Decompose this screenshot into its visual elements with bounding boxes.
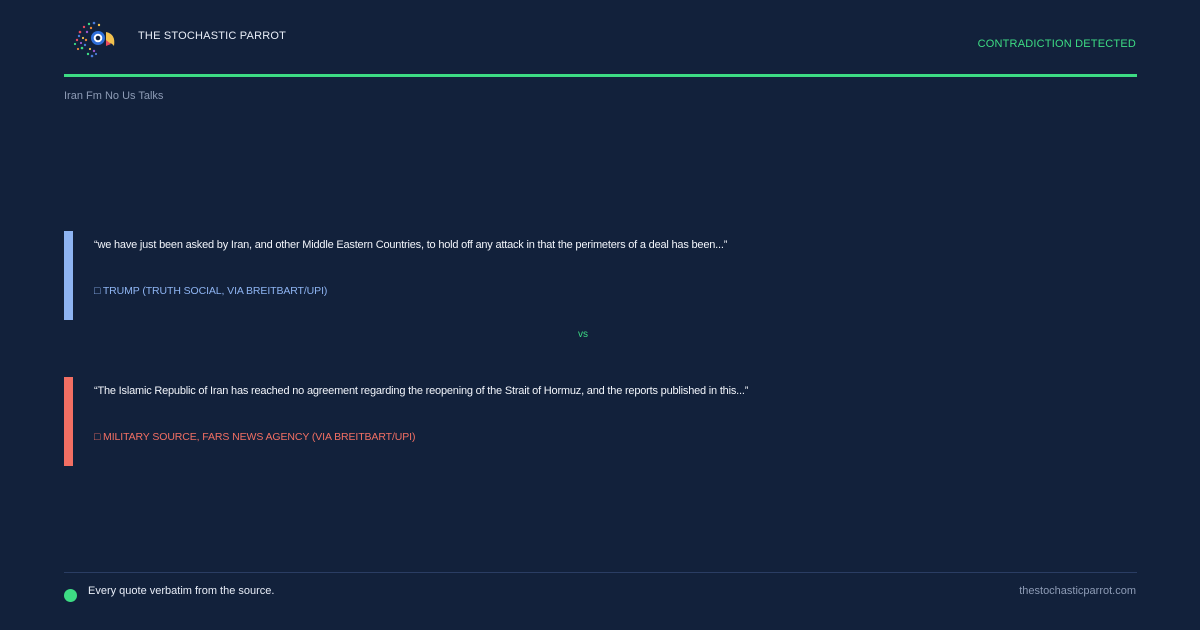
brand-name: THE STOCHASTIC PARROT	[138, 30, 287, 42]
footer-divider	[64, 572, 1137, 573]
quote-card-1: “we have just been asked by Iran, and ot…	[64, 231, 1064, 320]
status-dot-icon	[64, 589, 77, 602]
topic-title: Iran Fm No Us Talks	[64, 90, 164, 102]
quote-accent-bar	[64, 231, 73, 320]
quote-source: □ TRUMP (TRUTH SOCIAL, VIA BREITBART/UPI…	[94, 285, 328, 297]
header-divider	[64, 74, 1137, 77]
quote-accent-bar	[64, 377, 73, 466]
quote-text: “we have just been asked by Iran, and ot…	[94, 239, 728, 251]
parrot-logo-icon	[73, 21, 115, 58]
vs-label: vs	[578, 329, 588, 340]
quote-card-2: “The Islamic Republic of Iran has reache…	[64, 377, 1064, 466]
contradiction-status: CONTRADICTION DETECTED	[977, 38, 1136, 50]
site-url: thestochasticparrot.com	[1019, 585, 1136, 597]
quote-text: “The Islamic Republic of Iran has reache…	[94, 385, 749, 397]
quote-source: □ MILITARY SOURCE, FARS NEWS AGENCY (VIA…	[94, 431, 416, 443]
footer-note: Every quote verbatim from the source.	[88, 585, 275, 597]
